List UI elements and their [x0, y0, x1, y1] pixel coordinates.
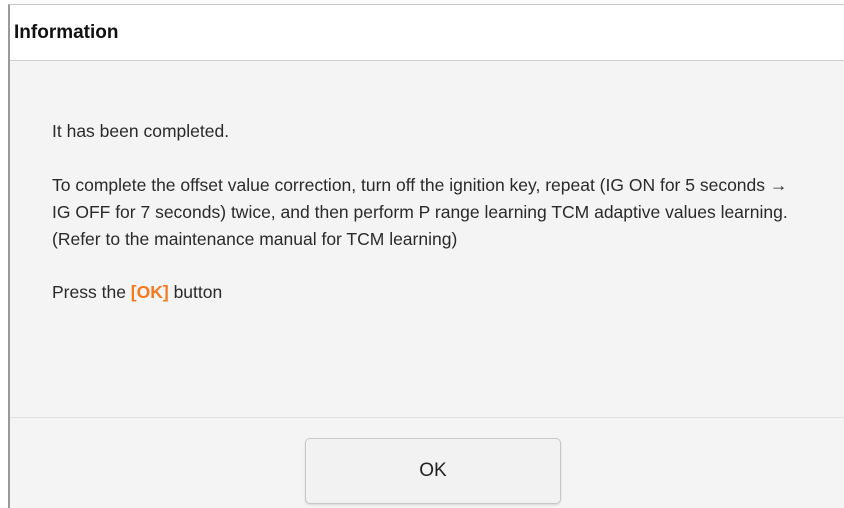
press-ok-message: Press the [OK] button — [52, 279, 804, 306]
instruction-message: To complete the offset value correction,… — [52, 175, 788, 249]
information-dialog: Information It has been completed. To co… — [8, 4, 844, 508]
dialog-title: Information — [14, 21, 119, 43]
press-suffix-text: button — [168, 282, 223, 302]
completion-message: It has been completed. — [52, 121, 230, 141]
dialog-header: Information — [10, 5, 844, 61]
dialog-body: It has been completed. To complete the o… — [10, 61, 844, 421]
press-prefix-text: Press the — [52, 282, 131, 302]
dialog-footer: OK — [10, 417, 844, 508]
ok-button[interactable]: OK — [305, 438, 561, 504]
ok-highlight-text: [OK] — [130, 282, 169, 302]
